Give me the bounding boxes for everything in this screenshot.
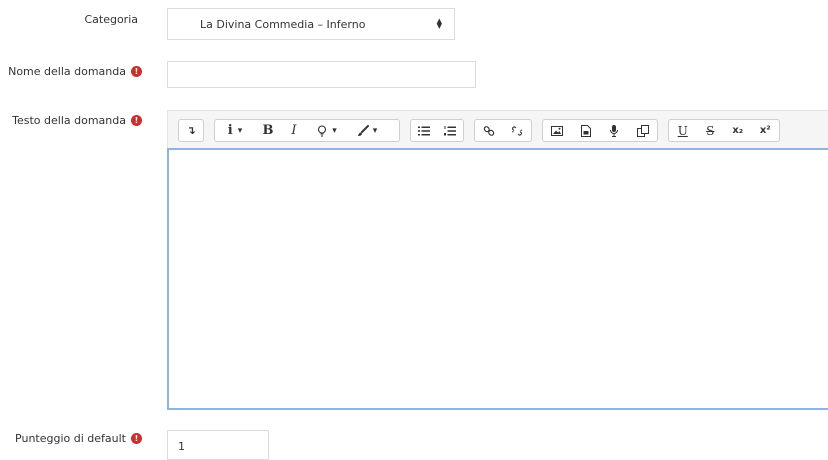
toolbar-group-media bbox=[542, 119, 658, 142]
required-icon: ! bbox=[131, 433, 142, 444]
toolbar-group-toggle: ↴ bbox=[178, 119, 204, 142]
copy-icon bbox=[636, 124, 649, 137]
subscript-button[interactable]: x₂ bbox=[724, 120, 752, 141]
default-mark-label-row: Punteggio di default ! bbox=[15, 432, 142, 445]
question-text-editor: ↴ i ▾ B I ▾ ▾ U S x₂ x² bbox=[167, 110, 828, 410]
list-ol-icon bbox=[444, 125, 456, 135]
category-label-row: Categoria bbox=[84, 13, 138, 26]
question-text-label: Testo della domanda bbox=[12, 114, 126, 127]
category-selected-value: La Divina Commedia – Inferno bbox=[200, 17, 366, 31]
insert-image-button[interactable] bbox=[543, 120, 572, 141]
link-icon bbox=[483, 125, 495, 136]
question-name-label: Nome della domanda bbox=[8, 65, 126, 78]
unlink-button[interactable] bbox=[503, 120, 531, 141]
chevron-down-icon: ▾ bbox=[237, 125, 243, 136]
toolbar-group-format: U S x₂ x² bbox=[668, 119, 780, 142]
default-mark-input[interactable]: 1 bbox=[167, 430, 269, 460]
question-name-label-row: Nome della domanda ! bbox=[8, 65, 142, 78]
chevron-down-icon: ▾ bbox=[372, 125, 378, 136]
question-name-input[interactable] bbox=[167, 61, 476, 88]
subscript-icon: x₂ bbox=[732, 125, 744, 136]
info-icon: i bbox=[227, 123, 233, 138]
required-icon: ! bbox=[131, 115, 142, 126]
paragraph-styles-button[interactable]: i ▾ bbox=[215, 120, 255, 141]
bold-button[interactable]: B bbox=[255, 120, 281, 141]
manage-files-button[interactable] bbox=[629, 120, 658, 141]
superscript-icon: x² bbox=[759, 125, 771, 136]
show-more-buttons-button[interactable]: ↴ bbox=[179, 120, 203, 141]
ordered-list-button[interactable] bbox=[437, 120, 463, 141]
italic-icon: I bbox=[291, 123, 297, 138]
underline-button[interactable]: U bbox=[669, 120, 697, 141]
chevron-down-icon: ▾ bbox=[332, 125, 337, 136]
bold-icon: B bbox=[262, 123, 274, 138]
toolbar-group-style: i ▾ B I ▾ ▾ bbox=[214, 119, 400, 142]
toolbar-group-lists bbox=[410, 119, 464, 142]
strikethrough-icon: S bbox=[706, 123, 715, 138]
file-media-icon bbox=[580, 124, 591, 137]
unordered-list-button[interactable] bbox=[411, 120, 437, 141]
question-text-content-area[interactable] bbox=[167, 148, 828, 410]
font-color-button[interactable]: ▾ bbox=[347, 120, 387, 141]
strikethrough-button[interactable]: S bbox=[697, 120, 725, 141]
superscript-button[interactable]: x² bbox=[752, 120, 780, 141]
question-text-label-row: Testo della domanda ! bbox=[12, 114, 142, 127]
italic-button[interactable]: I bbox=[281, 120, 307, 141]
default-mark-value: 1 bbox=[178, 440, 185, 453]
paintbrush-icon bbox=[357, 124, 369, 136]
unlink-icon bbox=[511, 125, 523, 136]
default-mark-label: Punteggio di default bbox=[15, 432, 126, 445]
accessibility-helper-button[interactable]: ▾ bbox=[307, 120, 347, 141]
collapse-icon: ↴ bbox=[186, 124, 196, 137]
underline-icon: U bbox=[677, 123, 688, 138]
image-icon bbox=[551, 125, 564, 136]
category-select[interactable]: La Divina Commedia – Inferno ▲ ▼ bbox=[167, 8, 455, 40]
lightbulb-icon bbox=[318, 124, 327, 137]
required-icon: ! bbox=[131, 66, 142, 77]
list-ul-icon bbox=[418, 126, 430, 135]
category-label: Categoria bbox=[84, 13, 138, 26]
editor-toolbar: ↴ i ▾ B I ▾ ▾ U S x₂ x² bbox=[167, 110, 828, 150]
sort-icon: ▲ ▼ bbox=[436, 17, 442, 30]
insert-media-button[interactable] bbox=[572, 120, 601, 141]
record-audio-button[interactable] bbox=[600, 120, 629, 141]
toolbar-group-links bbox=[474, 119, 532, 142]
link-button[interactable] bbox=[475, 120, 503, 141]
microphone-icon bbox=[610, 124, 619, 137]
